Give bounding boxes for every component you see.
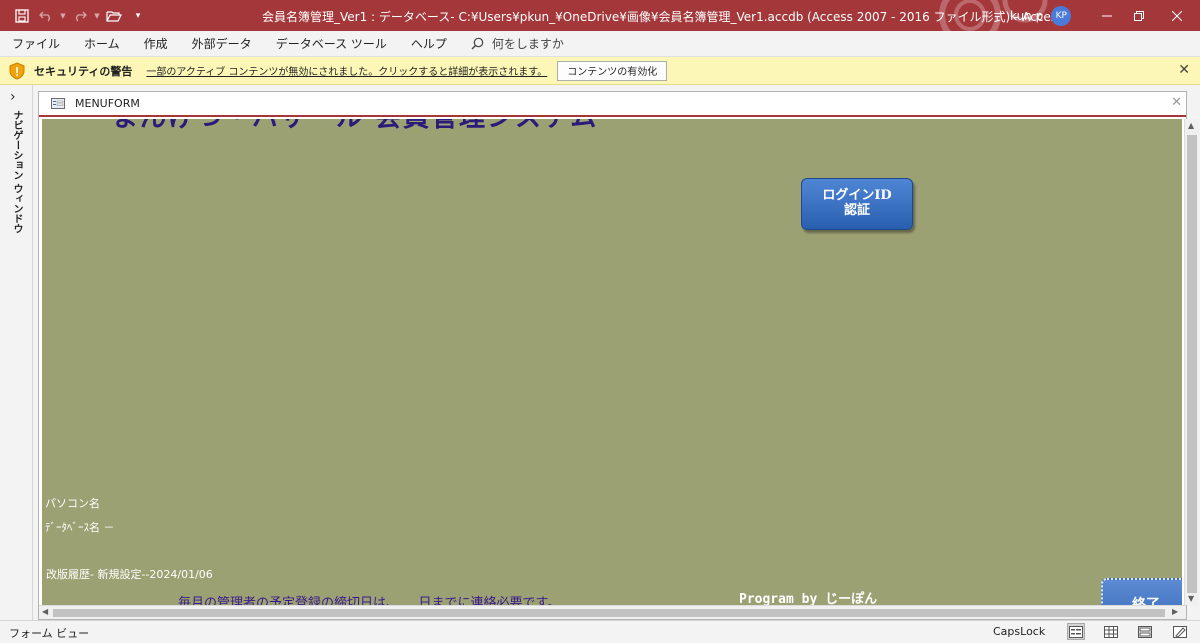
account[interactable]: kun p KP bbox=[1010, 6, 1072, 26]
tab-home[interactable]: ホーム bbox=[72, 31, 132, 57]
tab-file[interactable]: ファイル bbox=[0, 31, 72, 57]
document-tab-title: MENUFORM bbox=[75, 97, 140, 110]
form-icon bbox=[51, 98, 65, 109]
open-folder-icon[interactable] bbox=[102, 4, 126, 28]
pc-name-label: パソコン名 bbox=[45, 497, 100, 510]
user-name: kun p bbox=[1010, 9, 1044, 23]
layout-view-icon[interactable] bbox=[1137, 624, 1153, 639]
deadline-notice: 毎月の管理者の予定登録の締切日は、 日までに連絡必要です。 bbox=[178, 596, 561, 605]
tab-create[interactable]: 作成 bbox=[132, 31, 180, 57]
menu-form: まんげつ・バザール 会員管理システム ログインID 認証 パソコン名 ﾃﾞｰﾀﾍ… bbox=[42, 119, 1182, 605]
scroll-left-icon[interactable]: ◀ bbox=[42, 607, 48, 616]
document-window: MENUFORM ✕ まんげつ・バザール 会員管理システム ログインID 認証 … bbox=[38, 91, 1199, 620]
close-window-button[interactable] bbox=[1154, 0, 1200, 31]
horizontal-scroll-thumb[interactable] bbox=[53, 609, 1165, 617]
document-tab[interactable]: MENUFORM ✕ bbox=[39, 92, 1186, 117]
navigation-pane[interactable]: › ナビゲーション ウィンドウ bbox=[0, 85, 33, 620]
vertical-scrollbar[interactable]: ▲ ▼ bbox=[1184, 119, 1199, 605]
exit-button[interactable]: 終了 bbox=[1101, 578, 1182, 605]
security-message-link[interactable]: 一部のアクティブ コンテンツが無効にされました。クリックすると詳細が表示されます… bbox=[146, 63, 547, 78]
chevron-right-icon[interactable]: › bbox=[10, 89, 16, 105]
quick-access-toolbar: ▼ ▼ ▾ bbox=[0, 0, 150, 31]
shield-warning-icon bbox=[8, 61, 26, 81]
status-bar: フォーム ビュー CapsLock bbox=[0, 620, 1200, 643]
redo-icon[interactable] bbox=[68, 4, 92, 28]
scroll-down-icon[interactable]: ▼ bbox=[1188, 594, 1194, 603]
tell-me-placeholder: 何をしますか bbox=[491, 37, 564, 51]
close-icon[interactable]: ✕ bbox=[1178, 62, 1190, 78]
close-icon[interactable]: ✕ bbox=[1171, 95, 1182, 110]
login-button-label: ログインID 認証 bbox=[822, 188, 892, 218]
tab-database-tools[interactable]: データベース ツール bbox=[264, 31, 399, 57]
tell-me-search[interactable]: 何をしますか bbox=[459, 35, 564, 52]
vertical-scroll-thumb[interactable] bbox=[1187, 135, 1197, 593]
program-credit: Program by じーぽん bbox=[739, 592, 878, 605]
redo-dropdown-icon[interactable]: ▼ bbox=[92, 4, 102, 28]
revision-history-label: 改版履歴- 新規設定--2024/01/06 bbox=[46, 568, 213, 581]
database-name-label: ﾃﾞｰﾀﾍﾞｰｽ名 － bbox=[45, 521, 115, 534]
security-title: セキュリティの警告 bbox=[34, 64, 133, 78]
datasheet-view-icon[interactable] bbox=[1103, 624, 1119, 639]
design-view-icon[interactable] bbox=[1172, 624, 1188, 639]
form-view-icon[interactable] bbox=[1067, 623, 1085, 640]
ribbon-tabs: ファイル ホーム 作成 外部データ データベース ツール ヘルプ 何をしますか bbox=[0, 31, 1200, 57]
search-icon bbox=[471, 37, 484, 50]
undo-dropdown-icon[interactable]: ▼ bbox=[58, 4, 68, 28]
avatar[interactable]: KP bbox=[1051, 6, 1072, 26]
undo-icon[interactable] bbox=[34, 4, 58, 28]
horizontal-scrollbar[interactable]: ◀ ▶ bbox=[39, 605, 1186, 619]
login-id-auth-button[interactable]: ログインID 認証 bbox=[801, 178, 913, 230]
view-mode-label: フォーム ビュー bbox=[9, 627, 90, 640]
scroll-up-icon[interactable]: ▲ bbox=[1188, 121, 1194, 130]
tab-help[interactable]: ヘルプ bbox=[399, 31, 459, 57]
title-bar: ▼ ▼ ▾ 会員名簿管理_Ver1 : データベース- C:¥Users¥pku… bbox=[0, 0, 1200, 31]
scroll-right-icon[interactable]: ▶ bbox=[1172, 607, 1178, 616]
save-icon[interactable] bbox=[10, 4, 34, 28]
form-banner-title: まんげつ・バザール 会員管理システム bbox=[112, 119, 598, 134]
tab-external-data[interactable]: 外部データ bbox=[180, 31, 264, 57]
enable-content-button[interactable]: コンテンツの有効化 bbox=[557, 60, 668, 81]
security-warning-bar: セキュリティの警告 一部のアクティブ コンテンツが無効にされました。クリックする… bbox=[0, 57, 1200, 85]
navigation-pane-label[interactable]: ナビゲーション ウィンドウ bbox=[9, 110, 24, 233]
customize-qat-icon[interactable]: ▾ bbox=[126, 4, 150, 28]
capslock-indicator: CapsLock bbox=[993, 625, 1046, 638]
